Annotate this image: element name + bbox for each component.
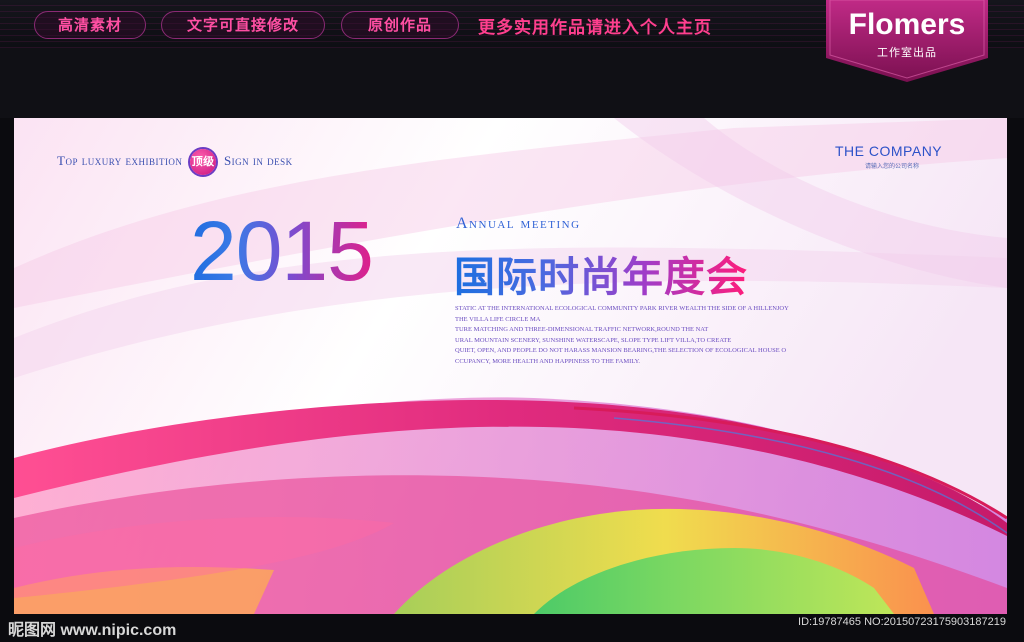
- body-line: URAL MOUNTAIN SCENERY, SUNSHINE WATERSCA…: [455, 336, 732, 344]
- site-watermark: 昵图网 www.nipic.com: [8, 622, 177, 639]
- tag-original-work: 原创作品: [341, 11, 459, 39]
- image-id-text: ID:19787465 NO:20150723175903187219: [798, 616, 1006, 628]
- body-line: TURE MATCHING AND THREE-DIMENSIONAL TRAF…: [455, 326, 709, 334]
- promo-text: 更多实用作品请进入个人主页: [478, 18, 712, 38]
- tag-editable-text: 文字可直接修改: [161, 11, 325, 39]
- poster: Top luxury exhibition 顶级 Sign in desk TH…: [14, 118, 1007, 614]
- company-subtitle: 请输入您的公司名称: [865, 163, 920, 170]
- tagline-part-2: Sign in desk: [223, 152, 293, 168]
- body-line: THE VILLA LIFE CIRCLE MA: [455, 315, 541, 323]
- brand-badge: Flomers 工作室出品: [826, 0, 988, 82]
- tag-hd-material: 高清素材: [34, 11, 146, 39]
- year-title: 2015: [190, 204, 374, 298]
- body-line: STATIC AT THE INTERNATIONAL ECOLOGICAL C…: [455, 305, 789, 312]
- body-line: CCUPANCY, MORE HEALTH AND HAPPINESS TO T…: [455, 357, 641, 365]
- brand-name: Flomers: [848, 8, 966, 41]
- annual-meeting-label: Annual meeting: [456, 215, 581, 232]
- chinese-title: 国际时尚年度会: [454, 243, 748, 303]
- top-badge: 顶级: [190, 149, 217, 175]
- brand-subtitle: 工作室出品: [877, 46, 937, 59]
- tagline-part-1: Top luxury exhibition: [57, 152, 183, 168]
- top-left-tagline: Top luxury exhibition 顶级 Sign in desk: [57, 149, 293, 175]
- body-paragraph: STATIC AT THE INTERNATIONAL ECOLOGICAL C…: [455, 304, 825, 368]
- company-name: THE COMPANY: [835, 143, 943, 159]
- body-line: QUIET, OPEN, AND PEOPLE DO NOT HARASS MA…: [455, 347, 787, 355]
